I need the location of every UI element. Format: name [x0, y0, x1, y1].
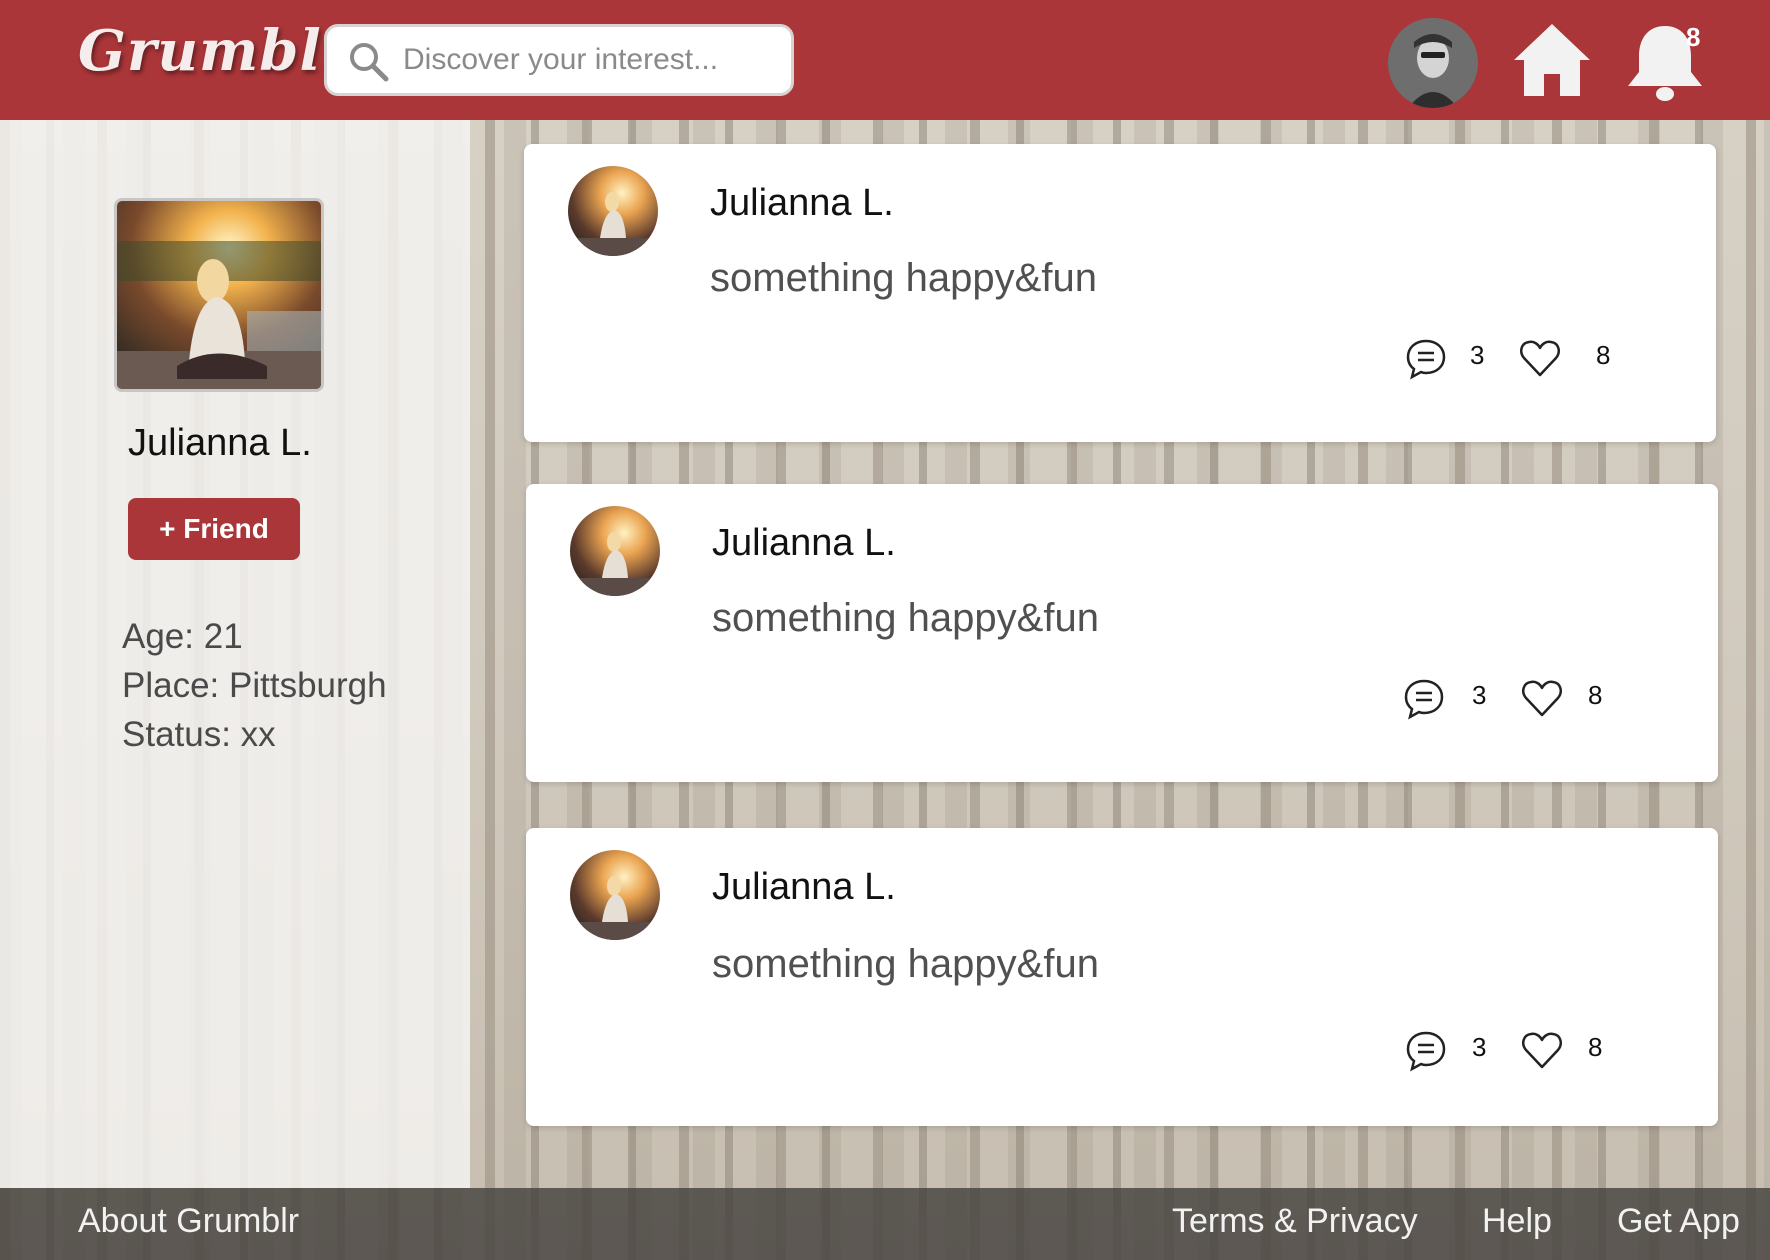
footer-get-app-link[interactable]: Get App — [1617, 1202, 1740, 1241]
post-author-avatar[interactable] — [568, 166, 658, 256]
search-icon[interactable] — [347, 40, 391, 84]
post-author-name[interactable]: Julianna L. — [712, 522, 896, 565]
post-author-name[interactable]: Julianna L. — [710, 182, 894, 225]
heart-icon[interactable] — [1520, 676, 1564, 720]
post-card[interactable]: Julianna L. something happy&fun 3 8 — [524, 144, 1716, 442]
comment-count: 3 — [1472, 680, 1487, 710]
profile-status: Status: xx — [122, 715, 276, 754]
search-input[interactable] — [403, 27, 783, 93]
footer-help-link[interactable]: Help — [1482, 1202, 1552, 1241]
like-count: 8 — [1588, 680, 1603, 710]
footer: About Grumblr Terms & Privacy Help Get A… — [0, 1188, 1770, 1260]
post-author-avatar[interactable] — [570, 850, 660, 940]
footer-terms-link[interactable]: Terms & Privacy — [1172, 1202, 1418, 1241]
post-card[interactable]: Julianna L. something happy&fun 3 8 — [526, 828, 1718, 1126]
post-author-name[interactable]: Julianna L. — [712, 866, 896, 909]
home-icon[interactable] — [1512, 20, 1592, 100]
avatar-photo — [1388, 18, 1478, 108]
post-author-avatar[interactable] — [570, 506, 660, 596]
profile-sidebar: Julianna L. + Friend Age: 21 Place: Pitt… — [0, 120, 470, 1188]
heart-icon[interactable] — [1518, 336, 1562, 380]
post-avatar-image — [568, 166, 658, 256]
heart-icon[interactable] — [1520, 1028, 1564, 1072]
post-card[interactable]: Julianna L. something happy&fun 3 8 — [526, 484, 1718, 782]
profile-name: Julianna L. — [128, 422, 312, 464]
post-text: something happy&fun — [710, 256, 1097, 300]
logo[interactable]: Grumblr — [78, 18, 352, 84]
post-avatar-image — [570, 506, 660, 596]
search-bar[interactable] — [324, 24, 794, 96]
profile-age: Age: 21 — [122, 617, 243, 656]
top-navbar: Grumblr 8 — [0, 0, 1770, 120]
post-avatar-image — [570, 850, 660, 940]
like-count: 8 — [1588, 1032, 1603, 1062]
profile-photo[interactable] — [114, 198, 324, 392]
profile-photo-image — [117, 201, 321, 389]
user-avatar[interactable] — [1388, 18, 1478, 108]
post-text: something happy&fun — [712, 596, 1099, 640]
comment-icon[interactable] — [1404, 1028, 1448, 1072]
comment-count: 3 — [1472, 1032, 1487, 1062]
profile-info: Age: 21 Place: Pittsburgh Status: xx — [122, 612, 387, 759]
comment-icon[interactable] — [1404, 336, 1448, 380]
comment-count: 3 — [1470, 340, 1485, 370]
comment-icon[interactable] — [1402, 676, 1446, 720]
profile-place: Place: Pittsburgh — [122, 666, 387, 705]
footer-about-link[interactable]: About Grumblr — [78, 1202, 299, 1241]
like-count: 8 — [1596, 340, 1611, 370]
add-friend-button[interactable]: + Friend — [128, 498, 300, 560]
post-text: something happy&fun — [712, 942, 1099, 986]
notification-count: 8 — [1686, 22, 1701, 52]
